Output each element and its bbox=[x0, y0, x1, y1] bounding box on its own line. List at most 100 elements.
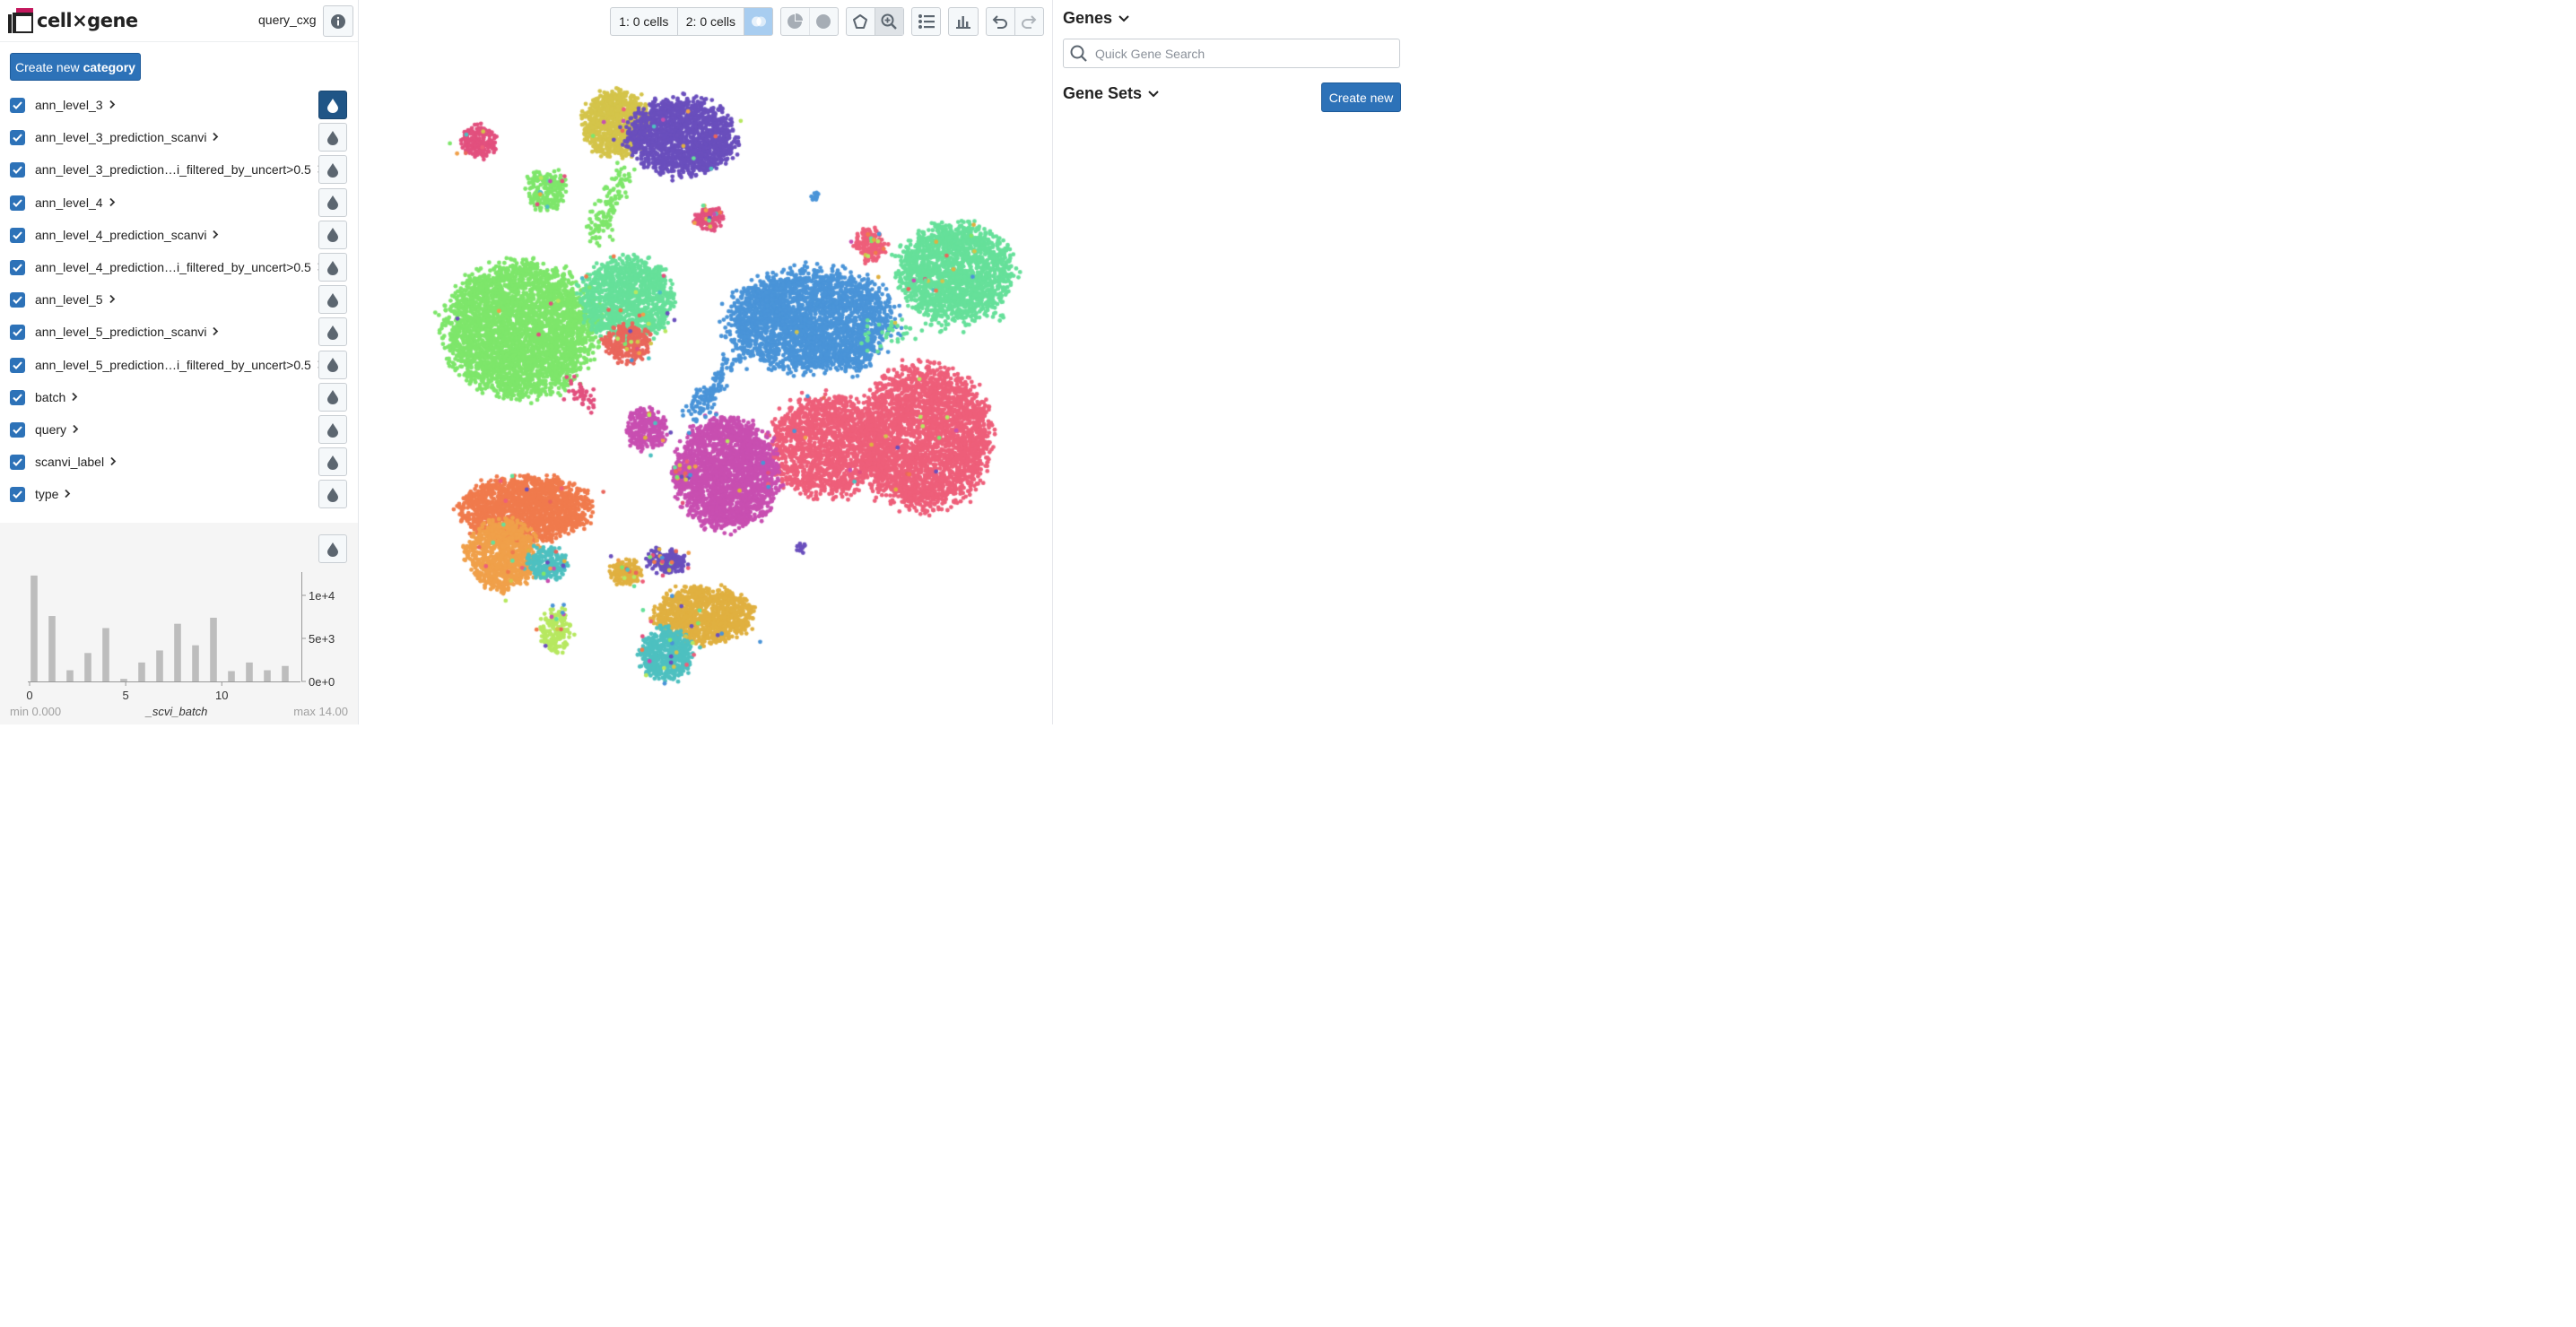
chevron-right-icon bbox=[212, 130, 219, 144]
histogram-bar[interactable] bbox=[210, 617, 217, 681]
category-checkbox[interactable] bbox=[10, 260, 25, 275]
category-label[interactable]: ann_level_5_prediction_scanvi bbox=[35, 325, 219, 339]
histogram-bar[interactable] bbox=[228, 671, 235, 681]
category-checkbox[interactable] bbox=[10, 422, 25, 438]
category-label[interactable]: scanvi_label bbox=[35, 455, 117, 469]
histogram-bar[interactable] bbox=[102, 628, 109, 681]
category-label[interactable]: ann_level_5 bbox=[35, 292, 116, 307]
color-by-button[interactable] bbox=[318, 317, 347, 347]
redo-button[interactable] bbox=[1015, 8, 1043, 35]
list-icon bbox=[918, 14, 935, 29]
embedding-scatterplot[interactable] bbox=[359, 43, 1051, 707]
category-checkbox[interactable] bbox=[10, 389, 25, 405]
info-button[interactable] bbox=[323, 5, 353, 37]
category-checkbox[interactable] bbox=[10, 162, 25, 178]
histogram-bar[interactable] bbox=[30, 575, 38, 681]
category-checkbox[interactable] bbox=[10, 98, 25, 113]
color-by-button[interactable] bbox=[318, 91, 347, 119]
category-row[interactable]: ann_level_4_prediction_scanvi bbox=[0, 220, 358, 252]
category-checkbox[interactable] bbox=[10, 130, 25, 146]
color-by-button[interactable] bbox=[318, 155, 347, 185]
category-label[interactable]: query bbox=[35, 422, 79, 437]
color-by-button[interactable] bbox=[318, 480, 347, 509]
category-label[interactable]: ann_level_3 bbox=[35, 98, 116, 112]
category-name: ann_level_5_prediction…i_filtered_by_unc… bbox=[35, 357, 311, 372]
genes-header[interactable]: Genes bbox=[1063, 9, 1130, 28]
category-checkbox[interactable] bbox=[10, 292, 25, 308]
chevron-right-icon bbox=[109, 292, 116, 307]
histogram-bar[interactable] bbox=[48, 616, 56, 681]
histogram-bar[interactable] bbox=[282, 665, 289, 681]
category-row[interactable]: scanvi_label bbox=[0, 447, 358, 479]
category-row[interactable]: ann_level_5_prediction_scanvi bbox=[0, 317, 358, 349]
category-name: ann_level_5_prediction_scanvi bbox=[35, 325, 207, 340]
selection-1-button[interactable]: 1: 0 cells bbox=[611, 8, 678, 35]
category-checkbox[interactable] bbox=[10, 195, 25, 211]
category-row[interactable]: ann_level_3_prediction…i_filtered_by_unc… bbox=[0, 154, 358, 186]
histogram-bar[interactable] bbox=[156, 650, 163, 681]
color-by-button[interactable] bbox=[318, 350, 347, 379]
selection-2-button[interactable]: 2: 0 cells bbox=[678, 8, 745, 35]
histogram-bar[interactable] bbox=[84, 653, 91, 681]
histogram-bar[interactable] bbox=[264, 670, 271, 681]
category-label[interactable]: ann_level_5_prediction…i_filtered_by_unc… bbox=[35, 358, 324, 372]
lasso-button[interactable] bbox=[847, 8, 875, 35]
category-row[interactable]: ann_level_4_prediction…i_filtered_by_unc… bbox=[0, 252, 358, 284]
droplet-icon bbox=[327, 98, 338, 113]
category-label[interactable]: ann_level_3_prediction_scanvi bbox=[35, 130, 219, 144]
category-row[interactable]: ann_level_4 bbox=[0, 187, 358, 220]
gene-search-field[interactable] bbox=[1063, 39, 1400, 68]
undo-button[interactable] bbox=[987, 8, 1015, 35]
gene-sets-header[interactable]: Gene Sets bbox=[1063, 84, 1160, 103]
selection-toolbar: 1: 0 cells 2: 0 cells bbox=[610, 7, 773, 36]
category-row[interactable]: ann_level_5_prediction…i_filtered_by_unc… bbox=[0, 350, 358, 382]
histogram-bar[interactable] bbox=[192, 645, 199, 681]
color-by-button[interactable] bbox=[318, 415, 347, 444]
chevron-right-icon bbox=[109, 195, 116, 210]
selection-2-label: 2: 0 cells bbox=[685, 14, 736, 29]
lasso-polygon-icon bbox=[853, 14, 868, 29]
category-label[interactable]: batch bbox=[35, 390, 78, 404]
create-category-button[interactable]: Create new category bbox=[10, 53, 141, 81]
category-row[interactable]: ann_level_3_prediction_scanvi bbox=[0, 122, 358, 154]
zoom-pan-button[interactable] bbox=[875, 8, 903, 35]
category-checkbox[interactable] bbox=[10, 487, 25, 503]
color-by-button[interactable] bbox=[318, 253, 347, 282]
color-by-button[interactable] bbox=[318, 123, 347, 152]
category-label[interactable]: ann_level_4_prediction_scanvi bbox=[35, 228, 219, 242]
color-by-button[interactable] bbox=[318, 187, 347, 217]
pie-mode-button[interactable] bbox=[781, 8, 810, 35]
color-by-button[interactable] bbox=[318, 447, 347, 477]
category-row[interactable]: batch bbox=[0, 382, 358, 414]
category-label[interactable]: type bbox=[35, 487, 71, 501]
category-row[interactable]: query bbox=[0, 414, 358, 447]
category-checkbox[interactable] bbox=[10, 325, 25, 341]
histogram-bar[interactable] bbox=[138, 662, 145, 681]
color-by-button[interactable] bbox=[318, 220, 347, 249]
category-checkbox[interactable] bbox=[10, 455, 25, 471]
category-row[interactable]: ann_level_5 bbox=[0, 284, 358, 317]
category-row[interactable]: type bbox=[0, 479, 358, 511]
legend-toggle-button[interactable] bbox=[911, 7, 941, 36]
gene-sets-header-label: Gene Sets bbox=[1063, 84, 1143, 102]
category-label[interactable]: ann_level_4 bbox=[35, 195, 116, 210]
histogram-bar[interactable] bbox=[66, 670, 74, 681]
venn-toggle-button[interactable] bbox=[744, 8, 773, 35]
color-by-button[interactable] bbox=[318, 382, 347, 412]
category-checkbox[interactable] bbox=[10, 357, 25, 373]
category-label[interactable]: ann_level_4_prediction…i_filtered_by_unc… bbox=[35, 260, 324, 274]
undo-icon bbox=[992, 15, 1008, 29]
gene-search-input[interactable] bbox=[1093, 45, 1399, 62]
histogram-chart[interactable]: 0 5 10 1e+4 5e+3 0e+0 min 0.000 _scvi_batch max … bbox=[0, 523, 358, 724]
category-checkbox[interactable] bbox=[10, 227, 25, 243]
category-label[interactable]: ann_level_3_prediction…i_filtered_by_unc… bbox=[35, 162, 324, 177]
dot-mode-button[interactable] bbox=[810, 8, 838, 35]
histogram-bar[interactable] bbox=[120, 679, 127, 681]
color-by-button[interactable] bbox=[318, 285, 347, 315]
category-row[interactable]: ann_level_3 bbox=[0, 90, 358, 122]
histogram-bar[interactable] bbox=[174, 623, 181, 681]
histogram-min-label: min 0.000 bbox=[10, 705, 61, 718]
distribution-toggle-button[interactable] bbox=[948, 7, 979, 36]
create-gene-set-button[interactable]: Create new bbox=[1321, 82, 1401, 112]
histogram-bar[interactable] bbox=[246, 662, 253, 681]
